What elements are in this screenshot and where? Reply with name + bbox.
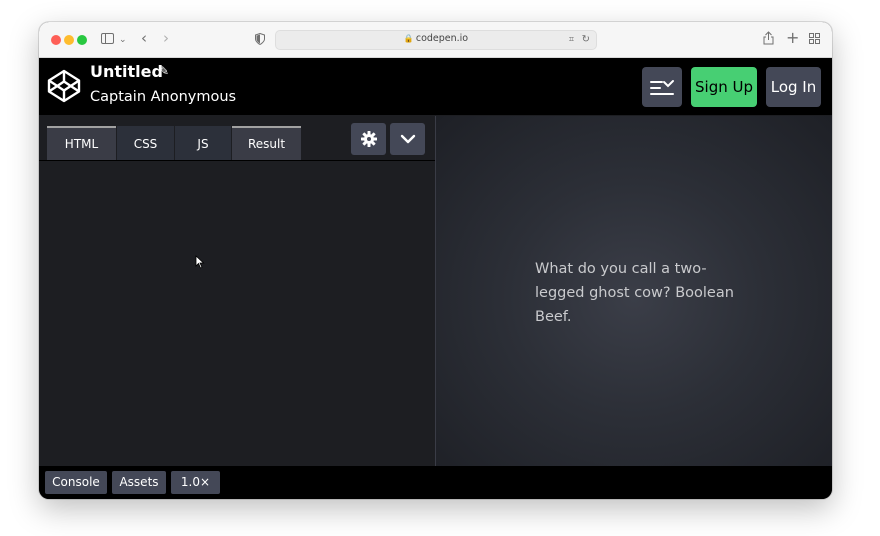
translate-icon[interactable]: ⌗ [569,33,574,47]
mouse-cursor-icon [195,254,205,269]
collapse-button[interactable] [390,123,425,155]
plus-icon[interactable]: + [786,30,799,46]
shield-icon[interactable] [255,32,265,49]
result-text: What do you call a two-legged ghost cow?… [535,261,734,325]
pen-author: Captain Anonymous [90,89,237,105]
footer-bar: Console Assets 1.0× [39,466,832,499]
codepen-logo-icon[interactable] [47,69,81,107]
codepen-header: Untitled ✎ Captain Anonymous Sign Up Log… [39,58,832,115]
address-bar[interactable]: 🔒 codepen.io ⌗ ↻ [275,30,597,50]
url-text: codepen.io [415,33,469,44]
layout-icon [649,78,675,96]
tab-result[interactable]: Result [232,126,301,162]
minimize-window-button[interactable] [64,35,74,45]
grid-icon[interactable] [809,33,820,48]
console-button[interactable]: Console [45,471,107,494]
sign-up-button[interactable]: Sign Up [691,67,757,107]
share-icon[interactable] [763,31,774,49]
chevron-down-icon[interactable]: ⌄ [119,33,127,47]
chevron-down-icon [400,128,416,149]
close-window-button[interactable] [51,35,61,45]
result-preview: What do you call a two-legged ghost cow?… [436,116,832,466]
zoom-button[interactable]: 1.0× [171,471,220,494]
reload-icon[interactable]: ↻ [582,33,590,47]
chevron-left-icon[interactable]: ‹ [141,31,147,46]
editor-tab-bar: HTML CSS JS Result [39,116,435,162]
tab-css[interactable]: CSS [117,126,174,160]
zoom-window-button[interactable] [77,35,87,45]
browser-window: ⌄ ‹ › 🔒 codepen.io ⌗ ↻ + Untitled ✎ Capt… [39,22,832,499]
log-in-button[interactable]: Log In [766,67,821,107]
pen-title[interactable]: Untitled [90,62,163,81]
code-editor[interactable] [39,160,435,467]
lock-icon: 🔒 [403,34,414,43]
change-view-button[interactable] [642,67,682,107]
pencil-icon[interactable]: ✎ [159,64,169,78]
gear-icon [360,128,377,149]
browser-toolbar: ⌄ ‹ › 🔒 codepen.io ⌗ ↻ + [39,22,832,58]
chevron-right-icon[interactable]: › [163,31,169,46]
editor-pane: HTML CSS JS Result [39,116,435,467]
sidebar-icon[interactable] [101,33,114,48]
assets-button[interactable]: Assets [112,471,166,494]
settings-button[interactable] [351,123,386,155]
tab-html[interactable]: HTML [47,126,116,162]
tab-js[interactable]: JS [175,126,231,160]
